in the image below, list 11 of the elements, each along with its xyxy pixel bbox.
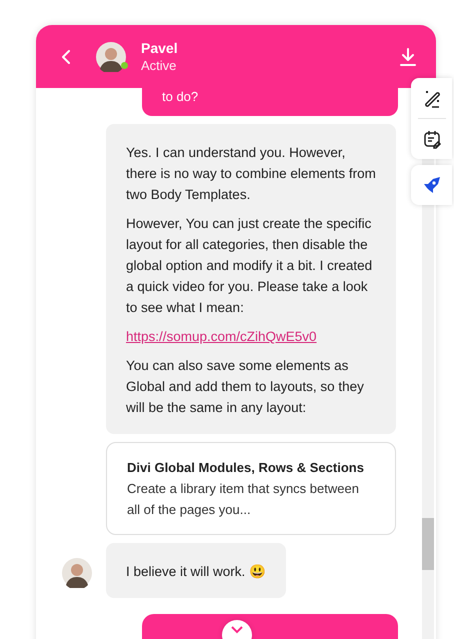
message-text: However, You can just create the specific layout for all categories, then disable the global option and modify it a bit. I created a quick video for you. Please take a look to see what I mean: bbox=[126, 215, 374, 317]
message-link[interactable]: https://somup.com/cZihQwE5v0 bbox=[126, 329, 317, 344]
contact-name: Pavel bbox=[141, 38, 179, 56]
message-text: You can also save some elements as Global and add them to layouts, so they will be the same in any layout: bbox=[126, 357, 365, 417]
link-preview-card[interactable]: Divi Global Modules, Rows & Sections Create a library item that syncs between all of the pages you... bbox=[106, 442, 396, 535]
card-description: Create a library item that syncs between all of the pages you... bbox=[127, 480, 360, 519]
card-title: Divi Global Modules, Rows & Sections bbox=[127, 459, 365, 477]
message-text: I believe it will work. 😃 bbox=[126, 563, 266, 581]
outgoing-message: to do? bbox=[142, 88, 398, 116]
message-text: Yes. I can understand you. However, there is no way to combine elements from two Body Templates. bbox=[126, 144, 376, 204]
contact-status: Active bbox=[141, 56, 178, 74]
